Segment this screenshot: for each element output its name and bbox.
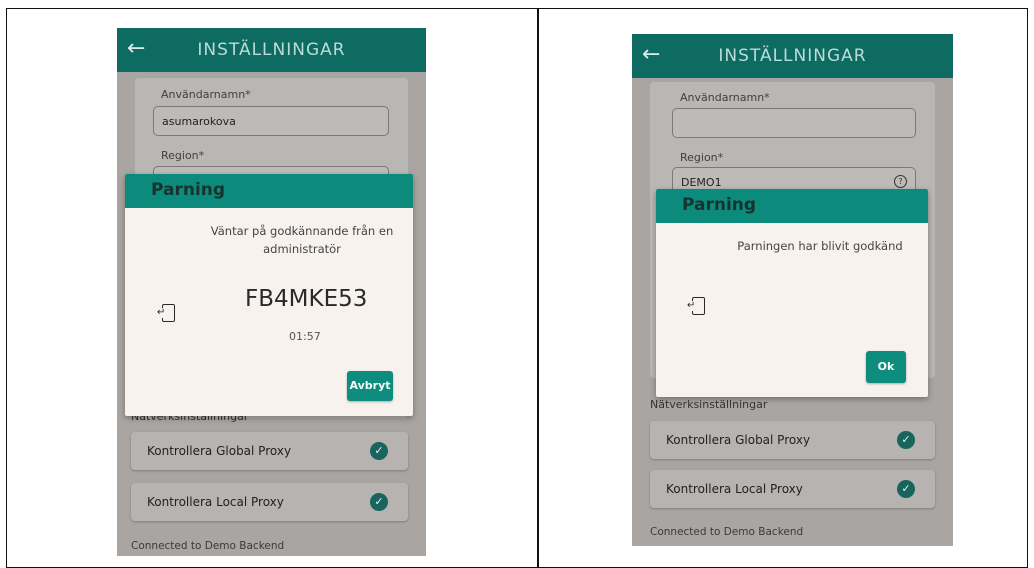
local-proxy-label: Kontrollera Local Proxy xyxy=(666,482,803,496)
global-proxy-button[interactable]: Kontrollera Global Proxy ✓ xyxy=(650,421,935,459)
pairing-dialog: Parning Väntar på godkännande från en ad… xyxy=(125,174,413,416)
app-bar: ← INSTÄLLNINGAR xyxy=(117,28,426,72)
app-bar-title: INSTÄLLNINGAR xyxy=(718,46,867,66)
region-label: Region* xyxy=(161,149,205,162)
device-pairing-icon: ↵ xyxy=(687,297,705,315)
global-proxy-label: Kontrollera Global Proxy xyxy=(147,444,292,458)
countdown-timer: 01:57 xyxy=(289,330,321,343)
global-proxy-button[interactable]: Kontrollera Global Proxy ✓ xyxy=(131,432,408,470)
app-bar-title: INSTÄLLNINGAR xyxy=(197,40,346,60)
check-circle-icon: ✓ xyxy=(897,431,915,449)
table-divider xyxy=(537,8,539,568)
dialog-message: Väntar på godkännande från en administra… xyxy=(191,222,413,258)
local-proxy-button[interactable]: Kontrollera Local Proxy ✓ xyxy=(131,483,408,521)
username-field[interactable] xyxy=(672,108,916,138)
region-value: DEMO1 xyxy=(681,176,722,189)
question-circle-icon[interactable]: ? xyxy=(894,175,907,188)
dialog-message: Parningen har blivit godkänd xyxy=(737,239,903,253)
dialog-title: Parning xyxy=(656,189,928,223)
connection-status: Connected to Demo Backend xyxy=(131,540,285,552)
region-label: Region* xyxy=(680,151,724,164)
network-settings-label: Nätverksinställningar xyxy=(650,398,768,411)
dialog-title: Parning xyxy=(125,174,413,208)
dialog-message-line1: Väntar på godkännande från en xyxy=(210,224,394,238)
device-pairing-icon: ↵ xyxy=(157,304,175,322)
left-phone-screen: ← INSTÄLLNINGAR Användarnamn* asumarokov… xyxy=(117,28,426,556)
dialog-message-line2: administratör xyxy=(263,242,341,256)
local-proxy-label: Kontrollera Local Proxy xyxy=(147,495,284,509)
check-circle-icon: ✓ xyxy=(370,442,388,460)
pairing-code: FB4MKE53 xyxy=(245,286,368,312)
connection-status: Connected to Demo Backend xyxy=(650,526,804,538)
pairing-dialog: Parning Parningen har blivit godkänd ↵ O… xyxy=(656,189,928,397)
username-label: Användarnamn* xyxy=(161,88,251,101)
ok-button[interactable]: Ok xyxy=(866,351,906,383)
check-circle-icon: ✓ xyxy=(897,480,915,498)
right-phone-screen: ← INSTÄLLNINGAR Användarnamn* Region* DE… xyxy=(632,34,953,546)
username-field[interactable]: asumarokova xyxy=(153,106,389,136)
app-bar: ← INSTÄLLNINGAR xyxy=(632,34,953,78)
check-circle-icon: ✓ xyxy=(370,493,388,511)
local-proxy-button[interactable]: Kontrollera Local Proxy ✓ xyxy=(650,470,935,508)
global-proxy-label: Kontrollera Global Proxy xyxy=(666,433,811,447)
username-label: Användarnamn* xyxy=(680,91,770,104)
cancel-button[interactable]: Avbryt xyxy=(347,371,393,401)
